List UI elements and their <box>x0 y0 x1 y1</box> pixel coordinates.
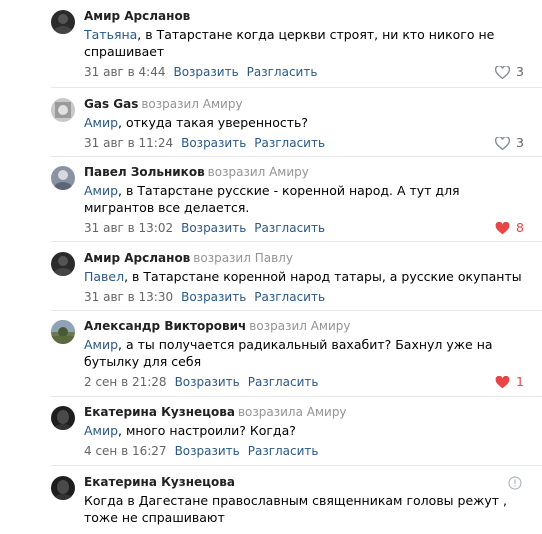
like-count: 3 <box>516 135 524 150</box>
like-button[interactable]: 3 <box>495 135 524 151</box>
comment-author[interactable]: Павел Зольников <box>84 165 205 179</box>
divider <box>51 465 542 466</box>
divider <box>51 396 542 397</box>
mention-link[interactable]: Амир <box>84 115 118 130</box>
avatar[interactable] <box>51 320 75 344</box>
comment-author[interactable]: Екатерина Кузнецова <box>84 405 235 419</box>
mention-link[interactable]: Амир <box>84 423 118 438</box>
reply-button[interactable]: Возразить <box>181 136 246 150</box>
comment-date[interactable]: 31 авг в 4:44 <box>84 65 165 79</box>
comment-author[interactable]: Амир Арсланов <box>84 251 190 265</box>
disagree-button[interactable]: Разгласить <box>248 444 319 458</box>
disagree-button[interactable]: Разгласить <box>254 221 325 235</box>
comment-text: Амир, а ты получается радикальный вахаби… <box>84 337 493 369</box>
comment-text: Татьяна, в Татарстане когда церкви строя… <box>84 27 495 59</box>
comment-date[interactable]: 31 авг в 11:24 <box>84 136 173 150</box>
heart-outline-icon <box>495 136 511 150</box>
divider <box>51 310 542 311</box>
divider <box>51 241 542 242</box>
avatar[interactable] <box>51 252 75 276</box>
info-circle-icon[interactable] <box>508 476 522 490</box>
replied-to[interactable]: возразил Амиру <box>141 97 242 111</box>
avatar[interactable] <box>51 166 75 190</box>
heart-filled-icon <box>495 221 510 234</box>
avatar[interactable] <box>51 476 75 500</box>
comment-author[interactable]: Gas Gas <box>84 97 138 111</box>
heart-filled-icon <box>495 375 510 388</box>
like-button[interactable]: 8 <box>495 220 524 236</box>
comment-date[interactable]: 31 авг в 13:30 <box>84 290 173 304</box>
disagree-button[interactable]: Разгласить <box>254 290 325 304</box>
comment-author[interactable]: Александр Викторович <box>84 319 246 333</box>
like-count: 3 <box>516 64 524 79</box>
replied-to[interactable]: возразил Амиру <box>249 319 350 333</box>
avatar[interactable] <box>51 406 75 430</box>
disagree-button[interactable]: Разгласить <box>254 136 325 150</box>
reply-button[interactable]: Возразить <box>181 221 246 235</box>
comment-date[interactable]: 31 авг в 13:02 <box>84 221 173 235</box>
comment-text: Когда в Дагестане православным священник… <box>84 493 508 525</box>
reply-button[interactable]: Возразить <box>173 65 238 79</box>
comment-text: Амир, в Татарстане русские - коренной на… <box>84 183 460 215</box>
reply-button[interactable]: Возразить <box>175 444 240 458</box>
mention-link[interactable]: Амир <box>84 337 118 352</box>
avatar[interactable] <box>51 98 75 122</box>
comment-text: Амир, много настроили? Когда? <box>84 423 296 438</box>
mention-link[interactable]: Амир <box>84 183 118 198</box>
disagree-button[interactable]: Разгласить <box>248 375 319 389</box>
comment-author[interactable]: Амир Арсланов <box>84 9 190 23</box>
mention-link[interactable]: Татьяна <box>84 27 137 42</box>
mention-link[interactable]: Павел <box>84 269 124 284</box>
like-count: 8 <box>516 220 524 235</box>
replied-to[interactable]: возразил Павлу <box>193 251 293 265</box>
comment-text: Амир, откуда такая уверенность? <box>84 115 309 130</box>
reply-button[interactable]: Возразить <box>181 290 246 304</box>
comment-author[interactable]: Екатерина Кузнецова <box>84 475 235 489</box>
heart-outline-icon <box>495 65 511 79</box>
divider <box>51 87 542 88</box>
comment-text: Павел, в Татарстане коренной народ татар… <box>84 269 522 284</box>
avatar[interactable] <box>51 10 75 34</box>
replied-to[interactable]: возразил Амиру <box>208 165 309 179</box>
comment-date[interactable]: 4 сен в 16:27 <box>84 444 167 458</box>
like-count: 1 <box>516 374 524 389</box>
comment-date[interactable]: 2 сен в 21:28 <box>84 375 167 389</box>
divider <box>51 156 542 157</box>
disagree-button[interactable]: Разгласить <box>247 65 318 79</box>
like-button[interactable]: 1 <box>495 374 524 390</box>
like-button[interactable]: 3 <box>495 64 524 80</box>
replied-to[interactable]: возразила Амиру <box>238 405 347 419</box>
reply-button[interactable]: Возразить <box>175 375 240 389</box>
